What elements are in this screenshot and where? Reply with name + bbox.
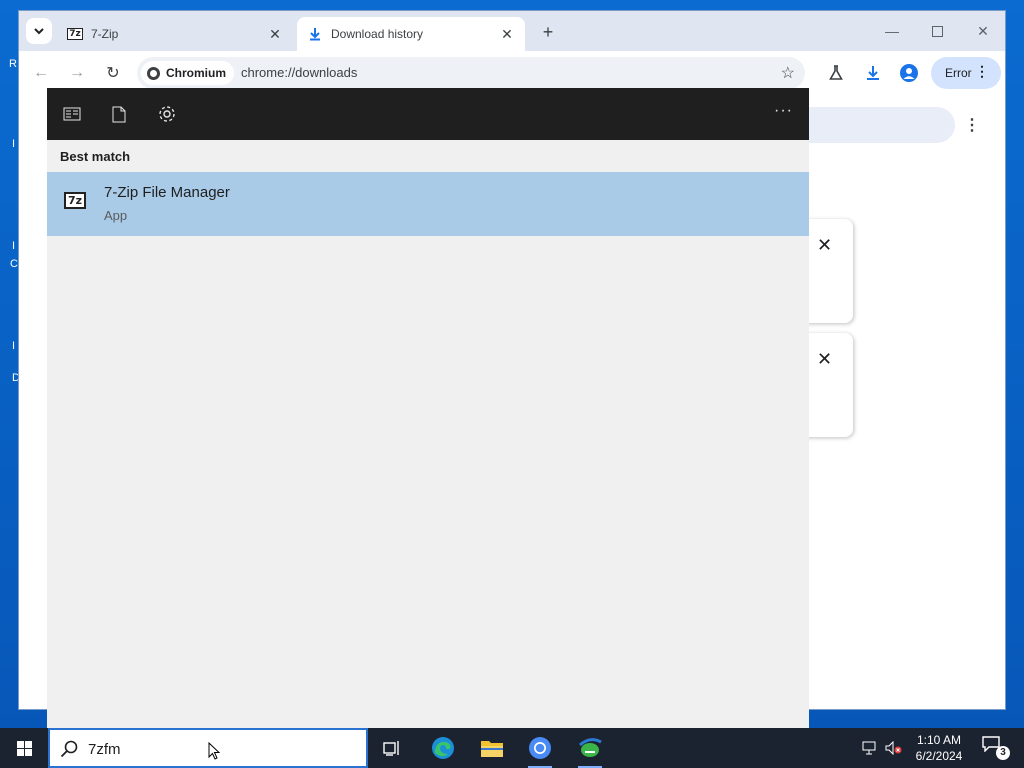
clock-time: 1:10 AM [916, 733, 962, 747]
error-label: Error [945, 66, 972, 80]
desktop-icon-fragment: C [10, 258, 18, 270]
app-taskbar-button[interactable] [574, 732, 606, 768]
minimize-icon: — [885, 23, 899, 39]
action-center-button[interactable]: 3 [982, 736, 1010, 760]
profile-avatar-icon[interactable] [897, 61, 921, 85]
task-view-button[interactable] [376, 732, 408, 764]
chevron-down-icon [34, 28, 44, 35]
result-type: App [104, 208, 128, 223]
tab-search-button[interactable] [26, 18, 52, 44]
best-match-result[interactable]: 7z 7-Zip File Manager App [47, 172, 809, 236]
desktop-icon-fragment: I [12, 240, 16, 252]
best-match-heading: Best match [60, 149, 131, 164]
bookmark-star-icon[interactable]: ☆ [781, 63, 795, 83]
forward-arrow-icon: → [69, 64, 85, 81]
tab-7zip[interactable]: 7z 7-Zip ✕ [57, 17, 293, 51]
taskbar-search-box[interactable] [48, 728, 368, 768]
back-arrow-icon: ← [33, 64, 49, 81]
minimize-button[interactable]: — [880, 19, 904, 43]
file-explorer-taskbar-button[interactable] [476, 732, 508, 764]
plus-icon: + [542, 21, 554, 42]
downloads-menu-icon[interactable]: ⋮ [964, 115, 980, 135]
chromium-taskbar-button[interactable] [524, 732, 556, 768]
start-search-panel: ··· Best match 7z 7-Zip File Manager App [47, 88, 809, 728]
close-tab-icon[interactable]: ✕ [499, 26, 515, 42]
documents-filter-icon[interactable] [109, 104, 129, 124]
tab-title: Download history [331, 27, 424, 41]
close-window-button[interactable]: ✕ [971, 19, 995, 43]
result-title: 7-Zip File Manager [104, 184, 230, 201]
clock-date: 6/2/2024 [915, 749, 963, 763]
desktop-icon-fragment: I [12, 138, 16, 150]
search-panel-header: ··· [47, 88, 809, 140]
more-vert-icon: ⋮ [975, 63, 989, 79]
network-tray-icon[interactable] [862, 728, 878, 768]
system-clock[interactable]: 1:10 AM 6/2/2024 [904, 732, 974, 764]
maximize-icon [931, 25, 943, 37]
profile-error-button[interactable]: Error ⋮ [931, 57, 1001, 89]
maximize-button[interactable] [925, 19, 949, 43]
chromium-icon [147, 66, 160, 80]
remove-download-icon[interactable]: ✕ [817, 235, 832, 256]
url-text: chrome://downloads [241, 65, 358, 80]
tab-download-history[interactable]: Download history ✕ [297, 17, 525, 51]
notification-count-badge: 3 [996, 746, 1010, 760]
folder-icon [481, 741, 503, 757]
task-view-icon [383, 741, 399, 756]
reload-icon: ↻ [106, 65, 120, 82]
close-icon: ✕ [977, 22, 989, 39]
edge-taskbar-button[interactable] [427, 732, 459, 764]
download-icon [307, 26, 323, 42]
remove-download-icon[interactable]: ✕ [817, 349, 832, 370]
more-options-icon[interactable]: ··· [774, 102, 793, 120]
desktop-icon-fragment: I [12, 340, 16, 352]
tab-strip: 7z 7-Zip ✕ Download history ✕ + — ✕ [19, 11, 1005, 51]
windows-logo-icon [16, 740, 32, 756]
address-bar[interactable]: Chromium chrome://downloads ☆ [137, 57, 805, 89]
network-app-icon [578, 738, 602, 757]
7z-icon: 7z [67, 28, 83, 40]
apps-filter-icon[interactable] [62, 104, 82, 124]
start-button[interactable] [0, 728, 48, 768]
chip-label: Chromium [166, 66, 226, 80]
desktop-icon-fragment: R [9, 58, 17, 70]
taskbar: 1:10 AM 6/2/2024 3 [0, 728, 1024, 768]
forward-button[interactable]: → [65, 61, 89, 85]
labs-flask-icon[interactable] [824, 61, 848, 85]
new-tab-button[interactable]: + [537, 21, 559, 43]
site-chip[interactable]: Chromium [141, 61, 234, 85]
7z-app-icon: 7z [63, 190, 87, 210]
settings-filter-icon[interactable] [157, 104, 177, 124]
close-tab-icon[interactable]: ✕ [267, 26, 283, 42]
chromium-icon [529, 737, 551, 759]
downloads-toolbar-icon[interactable] [861, 61, 885, 85]
mouse-cursor-icon [208, 742, 220, 760]
volume-muted-tray-icon[interactable] [885, 728, 903, 768]
tab-title: 7-Zip [91, 27, 119, 41]
back-button[interactable]: ← [29, 61, 53, 85]
search-icon [60, 740, 78, 763]
edge-icon [432, 737, 454, 759]
reload-button[interactable]: ↻ [101, 61, 125, 85]
